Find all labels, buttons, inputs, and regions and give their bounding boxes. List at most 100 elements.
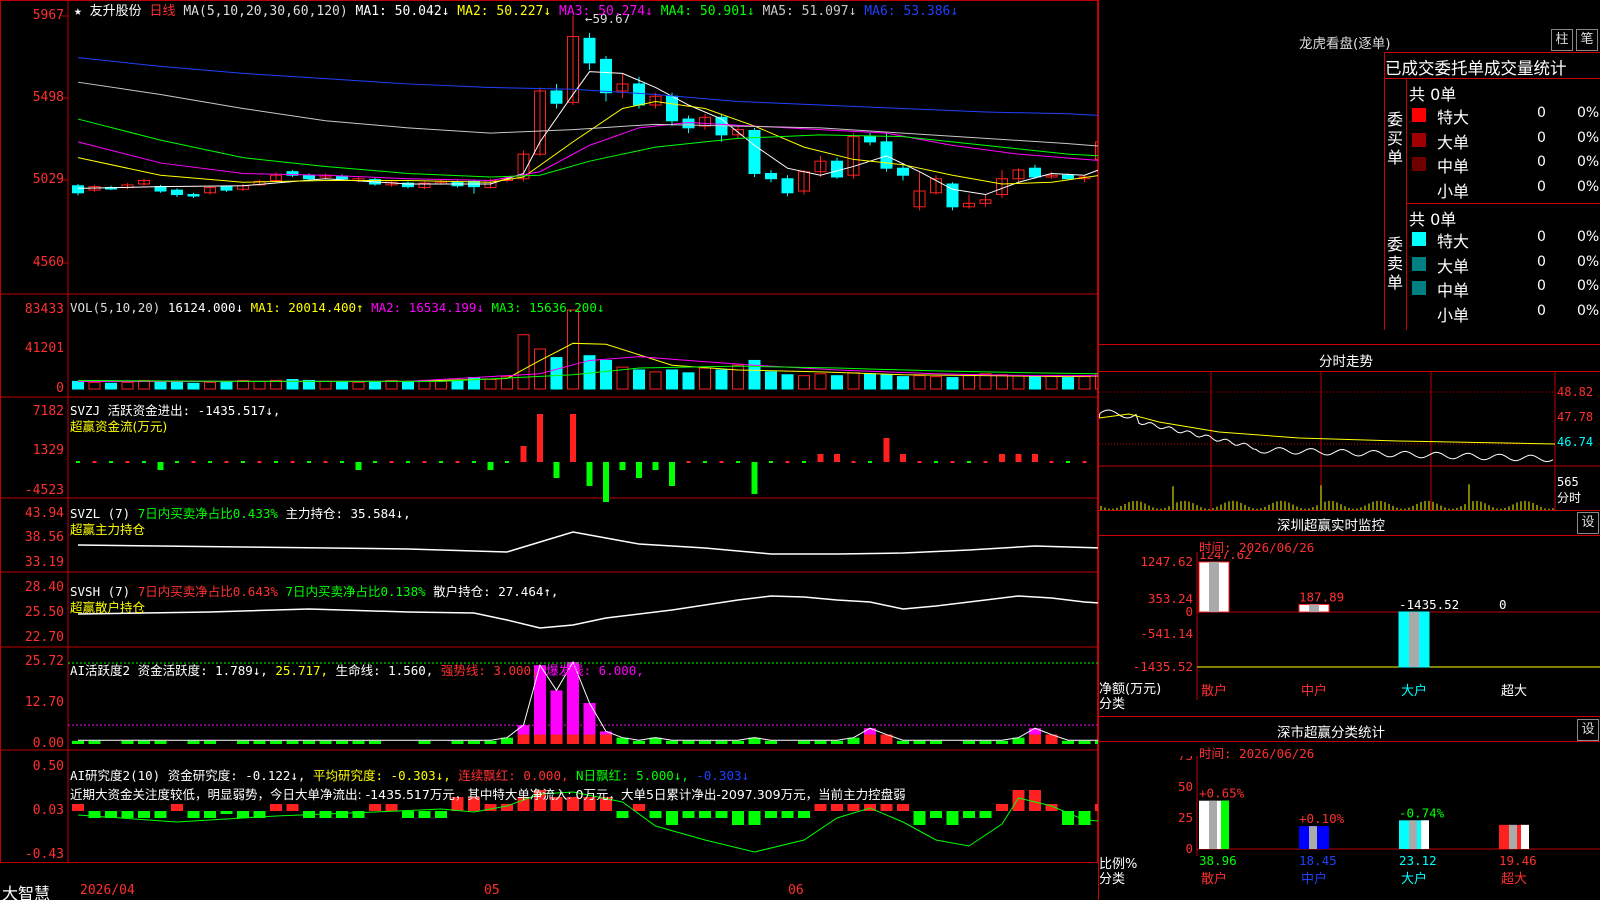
svzj-bar: [817, 454, 824, 462]
star-icon[interactable]: ★: [74, 4, 82, 19]
svsh-axis-label: 22.70: [24, 630, 64, 645]
vol-axis-label: 41201: [24, 341, 64, 356]
ai-bar: [666, 740, 678, 744]
classify-bar-edge: [1521, 824, 1529, 849]
research-bar: [963, 811, 975, 818]
monitor-bar-shade: [1409, 612, 1419, 667]
volume-bar: [946, 377, 959, 390]
vol-ma1: MA1: 20014.400↑: [250, 300, 364, 315]
stats-tabs[interactable]: 已成交委托单成交量统计: [1385, 55, 1567, 79]
volume-bar: [154, 380, 167, 390]
classify-ylabel-2: 分类: [1099, 872, 1126, 887]
candle-body: [666, 95, 678, 122]
intraday-avg-line: [1099, 413, 1556, 445]
classify-chart[interactable]: 75 50 25 0 +0.65% 38.96 +0.10% 18.45 -0.74% 23.12…: [1099, 756, 1600, 900]
svzj-bar: [142, 461, 146, 463]
svzj-bar: [323, 461, 328, 463]
volume-bar: [1012, 375, 1025, 390]
volume-bar: [517, 334, 530, 390]
bar-mode-button[interactable]: 柱: [1551, 29, 1573, 51]
volume-bar: [534, 348, 546, 390]
price-axis-label: 5029: [32, 172, 64, 187]
buy-orders-label: 委买单: [1386, 110, 1403, 167]
monitor-settings-button[interactable]: 设: [1577, 512, 1599, 534]
buy-color-swatch: [1412, 108, 1426, 122]
research-bar: [1012, 790, 1025, 811]
classify-ylabel-1: 比例%: [1099, 857, 1138, 872]
volume-bar: [765, 371, 777, 390]
research-bar: [666, 811, 678, 825]
buy-count: 0: [1537, 105, 1546, 121]
kline-chart-area[interactable]: ←59.6745.60→ ★ 友升股份 日线 MA(5,10,20,30,60,…: [0, 0, 1173, 900]
period-label[interactable]: 日线: [150, 4, 176, 19]
svzj-bar: [274, 461, 278, 463]
classify-bar-shade: [1309, 826, 1317, 849]
tick-mode-button[interactable]: 笔: [1576, 29, 1598, 51]
svzj-bar: [455, 461, 460, 463]
volume-bars: [72, 309, 1173, 390]
svzj-bar: [340, 461, 344, 463]
ai-bar: [88, 740, 101, 744]
research-bar: [930, 811, 942, 818]
ai-bar: [121, 740, 134, 744]
research-bar: [369, 804, 381, 811]
ai-bar: [352, 740, 365, 744]
research-bar: [781, 811, 794, 818]
ma-value-2: MA2: 50.227↓: [449, 4, 552, 19]
monitor-chart[interactable]: 1247.62353.240-541.14-1435.521247.62187.…: [1099, 552, 1600, 712]
svsh-title-a: SVSH (7): [70, 584, 138, 599]
sell-color-swatch: [1412, 281, 1426, 295]
svzj-bar: [389, 461, 394, 463]
svzj-bar: [241, 461, 245, 463]
research-bar: [72, 804, 84, 811]
volume-bar: [699, 367, 711, 390]
volume-bar: [600, 359, 612, 390]
research-bar: [138, 811, 150, 818]
ai-title-e: 爆发线: 6.000,: [546, 663, 644, 678]
intraday-title: 分时走势: [1319, 354, 1373, 370]
svzj-bar: [109, 461, 113, 463]
kline-chart-svg[interactable]: ←59.6745.60→: [0, 0, 1173, 900]
research-axis-label: 0.50: [32, 759, 64, 774]
volume-bar: [897, 376, 909, 390]
classify-settings-button[interactable]: 设: [1577, 719, 1599, 741]
volume-bar: [666, 369, 678, 390]
svzj-bar: [1066, 461, 1070, 463]
buy-percent: 0%: [1577, 178, 1600, 195]
research-bar: [699, 811, 711, 818]
research-header: AI研究度2(10) 资金研究度: -0.122↓, 平均研究度: -0.303…: [70, 766, 906, 804]
volume-bar: [864, 373, 876, 390]
buy-type-label: 大单: [1437, 132, 1470, 152]
volume-bar: [567, 309, 579, 390]
svzj-bar: [208, 461, 212, 463]
candle-body: [154, 186, 167, 192]
intraday-chart[interactable]: 48.82 47.78 46.74 565 分时: [1099, 372, 1600, 510]
svzj-bar: [125, 461, 130, 463]
sell-count: 0: [1537, 278, 1546, 294]
sell-orders-label: 委卖单: [1386, 235, 1403, 292]
svzj-bar: [686, 461, 691, 463]
svzj-bar: [999, 454, 1005, 462]
price-axis-label: 4560: [32, 255, 64, 270]
ai-bar: [154, 740, 167, 744]
svsh-title-d: 散户持仓: 27.464↑,: [425, 584, 559, 599]
research-bar: [616, 811, 629, 818]
ai-bar: [550, 734, 563, 744]
ai-bar: [253, 740, 266, 744]
svzj-bar: [290, 461, 295, 463]
svzj-axis-label: 1329: [32, 443, 64, 458]
classify-bar-edge: [1221, 800, 1229, 849]
svzj-bar: [175, 461, 179, 463]
ai-header: AI活跃度2 资金活跃度: 1.789↓, 25.717, 生命线: 1.560…: [70, 660, 644, 679]
ai-bar-burst: [550, 690, 563, 735]
brand-label: 大智慧: [2, 884, 51, 900]
month-05: 05: [484, 883, 500, 898]
sell-percent: 0%: [1577, 229, 1600, 245]
candle-body: [72, 185, 84, 194]
ai-bar-burst: [517, 725, 530, 735]
monitor-bar: [1198, 561, 1230, 613]
ai-bar-burst: [1029, 728, 1041, 735]
research-bar: [435, 811, 447, 818]
research-bar: [286, 804, 299, 811]
volume-bar: [633, 369, 645, 390]
